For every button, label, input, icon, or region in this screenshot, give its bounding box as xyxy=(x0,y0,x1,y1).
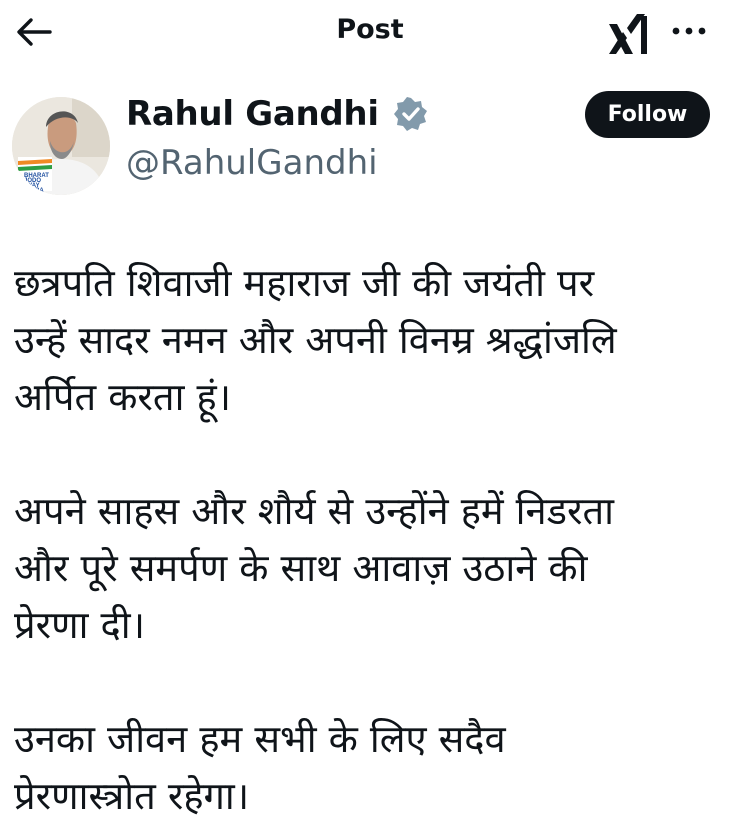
post-paragraph-2: अपने साहस और शौर्य से उन्होंने हमें निडर… xyxy=(14,483,734,654)
post-paragraph-1: छत्रपति शिवाजी महाराज जी की जयंती पर उन्… xyxy=(14,255,734,426)
post-line: अपने साहस और शौर्य से उन्होंने हमें निडर… xyxy=(14,489,614,533)
author-name[interactable]: Rahul Gandhi xyxy=(126,94,379,134)
post-paragraph-3: उनका जीवन हम सभी के लिए सदैव प्रेरणास्त्… xyxy=(14,711,734,825)
post-line: उनका जीवन हम सभी के लिए सदैव xyxy=(14,717,506,761)
more-horizontal-icon xyxy=(672,27,706,35)
post-line: प्रेरणा दी। xyxy=(14,603,145,647)
post-text: छत्रपति शिवाजी महाराज जी की जयंती पर उन्… xyxy=(14,255,734,825)
post-line: प्रेरणास्त्रोत रहेगा। xyxy=(14,774,250,818)
avatar[interactable]: BHARAT JODO NYAY YATRA xyxy=(12,97,110,195)
top-bar: Post xyxy=(0,0,740,70)
post-line: छत्रपति शिवाजी महाराज जी की जयंती पर xyxy=(14,261,595,305)
author-handle[interactable]: @RahulGandhi xyxy=(126,143,378,183)
post-line: उन्हें सादर नमन और अपनी विनम्र श्रद्धांज… xyxy=(14,318,617,362)
verified-badge-icon xyxy=(393,96,429,132)
avatar-sign-line-4: YATRA xyxy=(24,188,44,194)
follow-button[interactable]: Follow xyxy=(585,91,710,138)
post-line: और पूरे समर्पण के साथ आवाज़ उठाने की xyxy=(14,546,588,590)
more-options-button[interactable] xyxy=(668,16,712,46)
post-line: अर्पित करता हूं। xyxy=(14,375,232,419)
x-logo-icon[interactable] xyxy=(607,10,653,56)
